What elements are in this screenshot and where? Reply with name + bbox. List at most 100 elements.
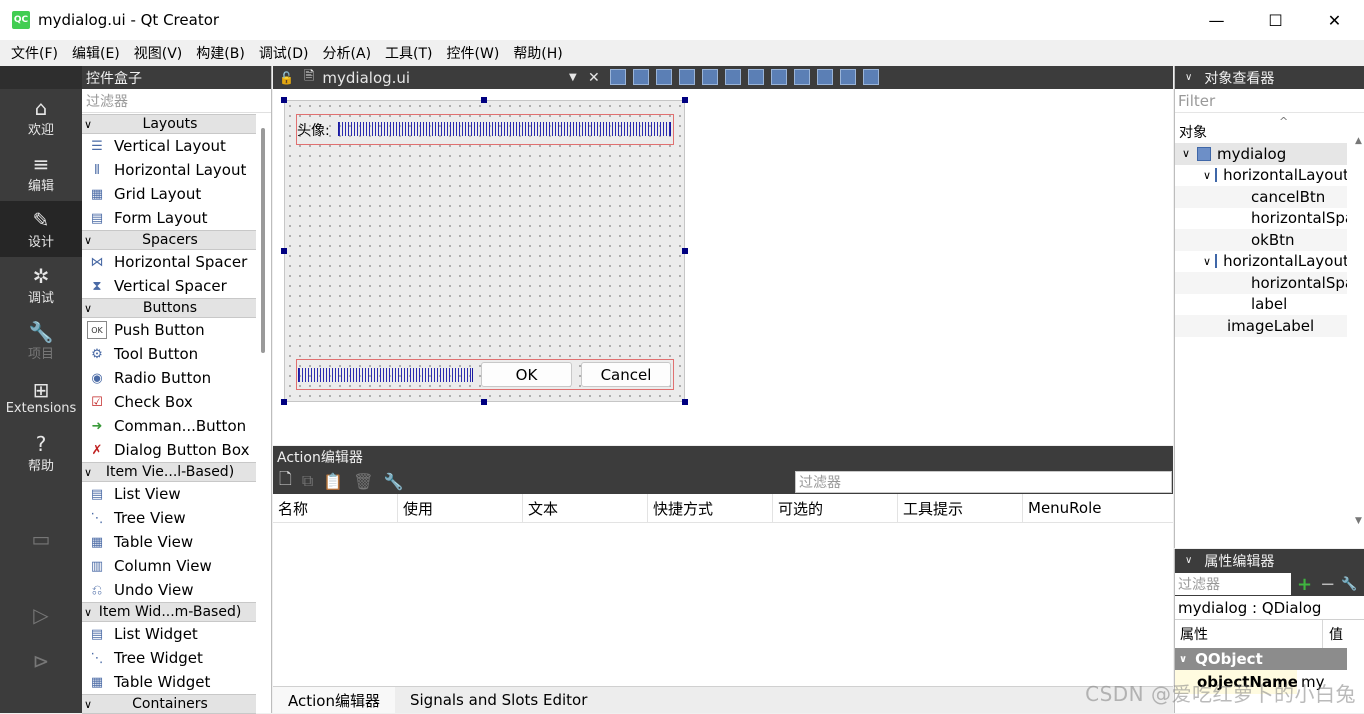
ok-button[interactable]: OK: [481, 362, 572, 387]
object-tree-item[interactable]: imageLabel: [1175, 315, 1347, 337]
menu-file[interactable]: 文件(F): [4, 43, 65, 63]
mode-debug[interactable]: ✲ 调试: [0, 257, 82, 313]
object-tree-item[interactable]: ∨mydialog: [1175, 143, 1347, 165]
widget-category[interactable]: ∨Item Vie...l-Based): [82, 462, 256, 482]
paste-action-icon[interactable]: 📋: [323, 472, 343, 491]
property-group-qobject[interactable]: ∨ QObject: [1175, 648, 1347, 670]
open-file-name[interactable]: mydialog.ui: [322, 69, 410, 87]
file-dropdown-icon[interactable]: ▼: [569, 72, 577, 83]
object-tree-item[interactable]: horizontalSpacer: [1175, 272, 1347, 294]
add-dynamic-property-icon[interactable]: +: [1297, 574, 1312, 595]
menu-debug[interactable]: 调试(D): [252, 43, 316, 63]
menu-edit[interactable]: 编辑(E): [65, 43, 127, 63]
layout-horizontal-icon[interactable]: [702, 69, 718, 85]
layout-vertical-splitter-icon[interactable]: [771, 69, 787, 85]
widget-category[interactable]: ∨Spacers: [82, 230, 256, 250]
mode-design[interactable]: ✎ 设计: [0, 201, 82, 257]
menu-help[interactable]: 帮助(H): [506, 43, 569, 63]
mode-welcome[interactable]: ⌂ 欢迎: [0, 89, 82, 145]
column-header[interactable]: 使用: [398, 494, 523, 522]
menu-analyze[interactable]: 分析(A): [316, 43, 379, 63]
value-column-header[interactable]: 值: [1323, 620, 1343, 648]
configure-icon[interactable]: 🔧: [384, 472, 404, 491]
delete-action-icon[interactable]: 🗑: [353, 472, 373, 491]
widget-item[interactable]: ⦀Horizontal Layout: [82, 158, 256, 182]
widget-category[interactable]: ∨Buttons: [82, 298, 256, 318]
widget-category[interactable]: ∨Layouts: [82, 114, 256, 134]
menu-build[interactable]: 构建(B): [189, 43, 252, 63]
object-tree-item[interactable]: ∨horizontalLayout: [1175, 251, 1347, 273]
resize-handle[interactable]: [481, 399, 487, 405]
widget-item[interactable]: ⋈Horizontal Spacer: [82, 250, 256, 274]
resize-handle[interactable]: [682, 248, 688, 254]
widget-box-scrollbar[interactable]: [261, 128, 265, 353]
widget-item[interactable]: ▤List Widget: [82, 622, 256, 646]
widget-category[interactable]: ∨Containers: [82, 694, 256, 714]
layout-grid-icon[interactable]: [817, 69, 833, 85]
run-icon[interactable]: ▷: [0, 592, 82, 638]
configure-icon[interactable]: 🔧: [1341, 577, 1357, 592]
chevron-down-icon[interactable]: ∨: [1185, 72, 1192, 83]
column-header[interactable]: 快捷方式: [648, 494, 773, 522]
layout-form-icon[interactable]: [794, 69, 810, 85]
expand-arrow-icon[interactable]: ∨: [1179, 147, 1193, 160]
column-header[interactable]: 文本: [523, 494, 648, 522]
resize-handle[interactable]: [481, 97, 487, 103]
chevron-down-icon[interactable]: ∨: [1185, 555, 1192, 566]
widget-item[interactable]: ⚙Tool Button: [82, 342, 256, 366]
widget-item[interactable]: ➜Comman...Button: [82, 414, 256, 438]
widget-filter-input[interactable]: 过滤器: [82, 89, 271, 113]
new-action-icon[interactable]: 🗋: [279, 468, 292, 495]
tab-action-editor[interactable]: Action编辑器: [273, 687, 395, 713]
dialog-form[interactable]: 头像: OK Cancel: [284, 100, 685, 402]
cancel-button[interactable]: Cancel: [581, 362, 671, 387]
widget-item[interactable]: OKPush Button: [82, 318, 256, 342]
widget-item[interactable]: ▦Grid Layout: [82, 182, 256, 206]
menu-widgets[interactable]: 控件(W): [440, 43, 507, 63]
mode-extensions[interactable]: ⊞ Extensions: [0, 369, 82, 425]
resize-handle[interactable]: [281, 97, 287, 103]
resize-handle[interactable]: [281, 248, 287, 254]
column-header[interactable]: 可选的: [773, 494, 898, 522]
maximize-button[interactable]: ☐: [1246, 0, 1305, 40]
minimize-button[interactable]: —: [1187, 0, 1246, 40]
layout-horizontal-splitter-icon[interactable]: [748, 69, 764, 85]
object-tree-item[interactable]: okBtn: [1175, 229, 1347, 251]
property-column-header[interactable]: 属性: [1175, 620, 1323, 648]
widget-item[interactable]: ▤Form Layout: [82, 206, 256, 230]
column-header[interactable]: 工具提示: [898, 494, 1023, 522]
edit-buddies-icon[interactable]: [656, 69, 672, 85]
close-button[interactable]: ✕: [1305, 0, 1364, 40]
widget-item[interactable]: ✗Dialog Button Box: [82, 438, 256, 462]
debug-run-icon[interactable]: ⊳: [0, 638, 82, 684]
widget-item[interactable]: ☑Check Box: [82, 390, 256, 414]
expand-arrow-icon[interactable]: ∨: [1203, 255, 1211, 268]
widget-item[interactable]: ☰Vertical Layout: [82, 134, 256, 158]
mode-help[interactable]: ? 帮助: [0, 425, 82, 481]
remove-dynamic-property-icon[interactable]: −: [1320, 574, 1335, 595]
expand-arrow-icon[interactable]: ∨: [1203, 169, 1211, 182]
widget-category[interactable]: ∨Item Wid...m-Based): [82, 602, 256, 622]
object-tree-item[interactable]: ∨horizontalLayout_2: [1175, 165, 1347, 187]
object-tree-item[interactable]: cancelBtn: [1175, 186, 1347, 208]
mode-edit[interactable]: ≡ 编辑: [0, 145, 82, 201]
widget-item[interactable]: ⋱Tree View: [82, 506, 256, 530]
widget-item[interactable]: ◉Radio Button: [82, 366, 256, 390]
column-header[interactable]: MenuRole: [1023, 494, 1173, 522]
close-document-icon[interactable]: ✕: [588, 70, 600, 86]
widget-item[interactable]: ⧗Vertical Spacer: [82, 274, 256, 298]
horizontal-spacer-top[interactable]: [338, 122, 671, 136]
resize-handle[interactable]: [682, 399, 688, 405]
property-filter-input[interactable]: 过滤器: [1175, 573, 1291, 595]
widget-item[interactable]: ▦Table View: [82, 530, 256, 554]
break-layout-icon[interactable]: [840, 69, 856, 85]
edit-signals-slots-icon[interactable]: [633, 69, 649, 85]
widget-item[interactable]: ⋱Tree Widget: [82, 646, 256, 670]
widget-item[interactable]: ▥Column View: [82, 554, 256, 578]
object-column-header[interactable]: 对象 ^: [1175, 121, 1364, 143]
object-inspector-scrollbar[interactable]: ▲ ▼: [1355, 136, 1361, 526]
action-filter-input[interactable]: 过滤器: [795, 471, 1172, 493]
mode-projects[interactable]: 🔧 项目: [0, 313, 82, 369]
tab-signals-slots-editor[interactable]: Signals and Slots Editor: [395, 687, 602, 713]
edit-widgets-icon[interactable]: [610, 69, 626, 85]
